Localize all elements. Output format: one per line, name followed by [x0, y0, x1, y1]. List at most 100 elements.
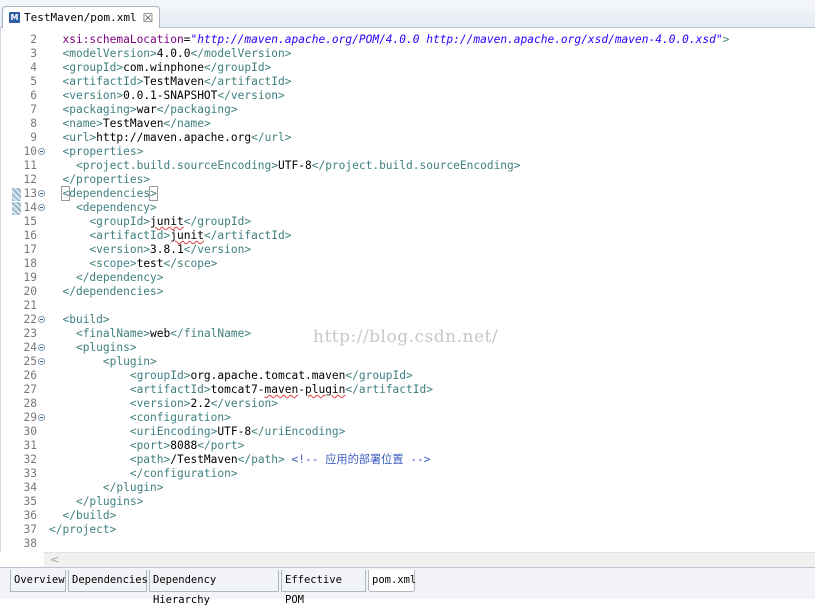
code-text: <groupId>com.winphone</groupId>: [62, 61, 272, 74]
line-number: 25: [23, 355, 37, 368]
line-number: 18: [23, 257, 37, 270]
code-text: <version>2.2</version>: [129, 397, 279, 410]
code-text: <plugin>: [102, 355, 157, 368]
fold-toggle-icon[interactable]: [38, 414, 45, 421]
code-line[interactable]: 13 <dependencies>: [1, 186, 815, 201]
code-line[interactable]: 21: [1, 299, 815, 313]
fold-toggle-icon[interactable]: [38, 190, 45, 197]
horizontal-scrollbar[interactable]: <: [44, 552, 815, 567]
line-number: 15: [23, 215, 37, 228]
code-line[interactable]: 2 xsi:schemaLocation="http://maven.apach…: [1, 33, 815, 47]
code-line[interactable]: 30 <uriEncoding>UTF-8</uriEncoding>: [1, 425, 815, 439]
code-text: <scope>test</scope>: [89, 257, 218, 270]
fold-toggle-icon[interactable]: [38, 344, 45, 351]
code-line[interactable]: 32 <path>/TestMaven</path> <!-- 应用的部署位置 …: [1, 453, 815, 467]
editor-tab-pom-xml[interactable]: M TestMaven/pom.xml ☒: [2, 6, 161, 28]
code-line[interactable]: 14 <dependency>: [1, 201, 815, 215]
code-line[interactable]: 15 <groupId>junit</groupId>: [1, 215, 815, 229]
code-line[interactable]: 37 </project>: [1, 523, 815, 537]
line-number: 5: [30, 75, 37, 88]
code-line[interactable]: 26 <groupId>org.apache.tomcat.maven</gro…: [1, 369, 815, 383]
line-number: 26: [23, 369, 37, 382]
code-line[interactable]: 38: [1, 537, 815, 551]
tab-pom-xml[interactable]: pom.xml: [368, 570, 416, 592]
code-line[interactable]: 4 <groupId>com.winphone</groupId>: [1, 61, 815, 75]
line-number: 36: [23, 509, 37, 522]
code-line[interactable]: 8 <name>TestMaven</name>: [1, 117, 815, 131]
line-number: 7: [30, 103, 37, 116]
code-line[interactable]: 34 </plugin>: [1, 481, 815, 495]
code-text: <dependency>: [75, 201, 157, 214]
tab-effective-pom[interactable]: Effective POM: [281, 570, 366, 606]
editor-tab-title: TestMaven/pom.xml: [24, 11, 137, 24]
fold-toggle-icon[interactable]: [38, 148, 45, 155]
fold-toggle-icon[interactable]: [38, 358, 45, 365]
line-number: 38: [23, 537, 37, 550]
scroll-left-arrow-icon[interactable]: <: [50, 553, 59, 566]
code-line[interactable]: 9 <url>http://maven.apache.org</url>: [1, 131, 815, 145]
code-line[interactable]: 20 </dependencies>: [1, 285, 815, 299]
line-number: 17: [23, 243, 37, 256]
line-number: 34: [23, 481, 37, 494]
line-number: 37: [23, 523, 37, 536]
code-text: </project>: [49, 523, 117, 536]
fold-toggle-icon[interactable]: [38, 316, 45, 323]
tab-overview[interactable]: Overview: [10, 570, 66, 592]
tab-dependency-hierarchy[interactable]: Dependency Hierarchy: [149, 570, 279, 606]
fold-toggle-icon[interactable]: [38, 204, 45, 211]
code-text: <build>: [62, 313, 110, 326]
line-number: 11: [23, 159, 37, 172]
code-text: <plugins>: [75, 341, 137, 354]
code-line[interactable]: 22 <build>: [1, 313, 815, 327]
code-line[interactable]: 7 <packaging>war</packaging>: [1, 103, 815, 117]
line-number: 12: [23, 173, 37, 186]
code-text: <artifactId>junit</artifactId>: [89, 229, 292, 242]
line-number: 20: [23, 285, 37, 298]
code-text: <modelVersion>4.0.0</modelVersion>: [62, 47, 292, 60]
code-line[interactable]: 33 </configuration>: [1, 467, 815, 481]
line-number: 22: [23, 313, 37, 326]
code-line[interactable]: 6 <version>0.0.1-SNAPSHOT</version>: [1, 89, 815, 103]
code-line[interactable]: 10 <properties>: [1, 145, 815, 159]
code-text: <version>3.8.1</version>: [89, 243, 252, 256]
line-number: 4: [30, 61, 37, 74]
code-line[interactable]: 31 <port>8088</port>: [1, 439, 815, 453]
code-text: <version>0.0.1-SNAPSHOT</version>: [62, 89, 285, 102]
code-line[interactable]: 29 <configuration>: [1, 411, 815, 425]
line-number: 31: [23, 439, 37, 452]
code-text: <groupId>junit</groupId>: [89, 215, 252, 228]
code-line[interactable]: 18 <scope>test</scope>: [1, 257, 815, 271]
line-number: 2: [30, 33, 37, 46]
close-icon[interactable]: ☒: [143, 11, 154, 25]
line-number: 21: [23, 299, 37, 312]
tab-dependencies[interactable]: Dependencies: [68, 570, 148, 592]
xml-source-editor[interactable]: http://blog.csdn.net/ 2 xsi:schemaLocati…: [0, 28, 815, 552]
code-line[interactable]: 3 <modelVersion>4.0.0</modelVersion>: [1, 47, 815, 61]
code-line[interactable]: 5 <artifactId>TestMaven</artifactId>: [1, 75, 815, 89]
line-number: 16: [23, 229, 37, 242]
code-line[interactable]: 23 <finalName>web</finalName>: [1, 327, 815, 341]
editor-tab-bar: M TestMaven/pom.xml ☒: [0, 0, 815, 28]
code-line[interactable]: 11 <project.build.sourceEncoding>UTF-8</…: [1, 159, 815, 173]
code-text: </dependencies>: [62, 285, 164, 298]
code-text: <packaging>war</packaging>: [62, 103, 238, 116]
code-line[interactable]: 12 </properties>: [1, 173, 815, 187]
code-line[interactable]: 24 <plugins>: [1, 341, 815, 355]
line-number: 28: [23, 397, 37, 410]
code-text: </properties>: [62, 173, 151, 186]
code-text: </build>: [62, 509, 117, 522]
code-text: </dependency>: [75, 271, 164, 284]
line-number: 19: [23, 271, 37, 284]
code-line[interactable]: 28 <version>2.2</version>: [1, 397, 815, 411]
code-text: </plugins>: [75, 495, 144, 508]
code-line[interactable]: 25 <plugin>: [1, 355, 815, 369]
code-line[interactable]: 19 </dependency>: [1, 271, 815, 285]
code-line[interactable]: 16 <artifactId>junit</artifactId>: [1, 229, 815, 243]
code-line[interactable]: 17 <version>3.8.1</version>: [1, 243, 815, 257]
code-line[interactable]: 27 <artifactId>tomcat7-maven-plugin</art…: [1, 383, 815, 397]
code-text: <properties>: [62, 145, 144, 158]
code-line[interactable]: 35 </plugins>: [1, 495, 815, 509]
code-line[interactable]: 36 </build>: [1, 509, 815, 523]
code-text: <dependencies>: [61, 186, 158, 201]
code-text: xsi:schemaLocation="http://maven.apache.…: [62, 33, 730, 46]
